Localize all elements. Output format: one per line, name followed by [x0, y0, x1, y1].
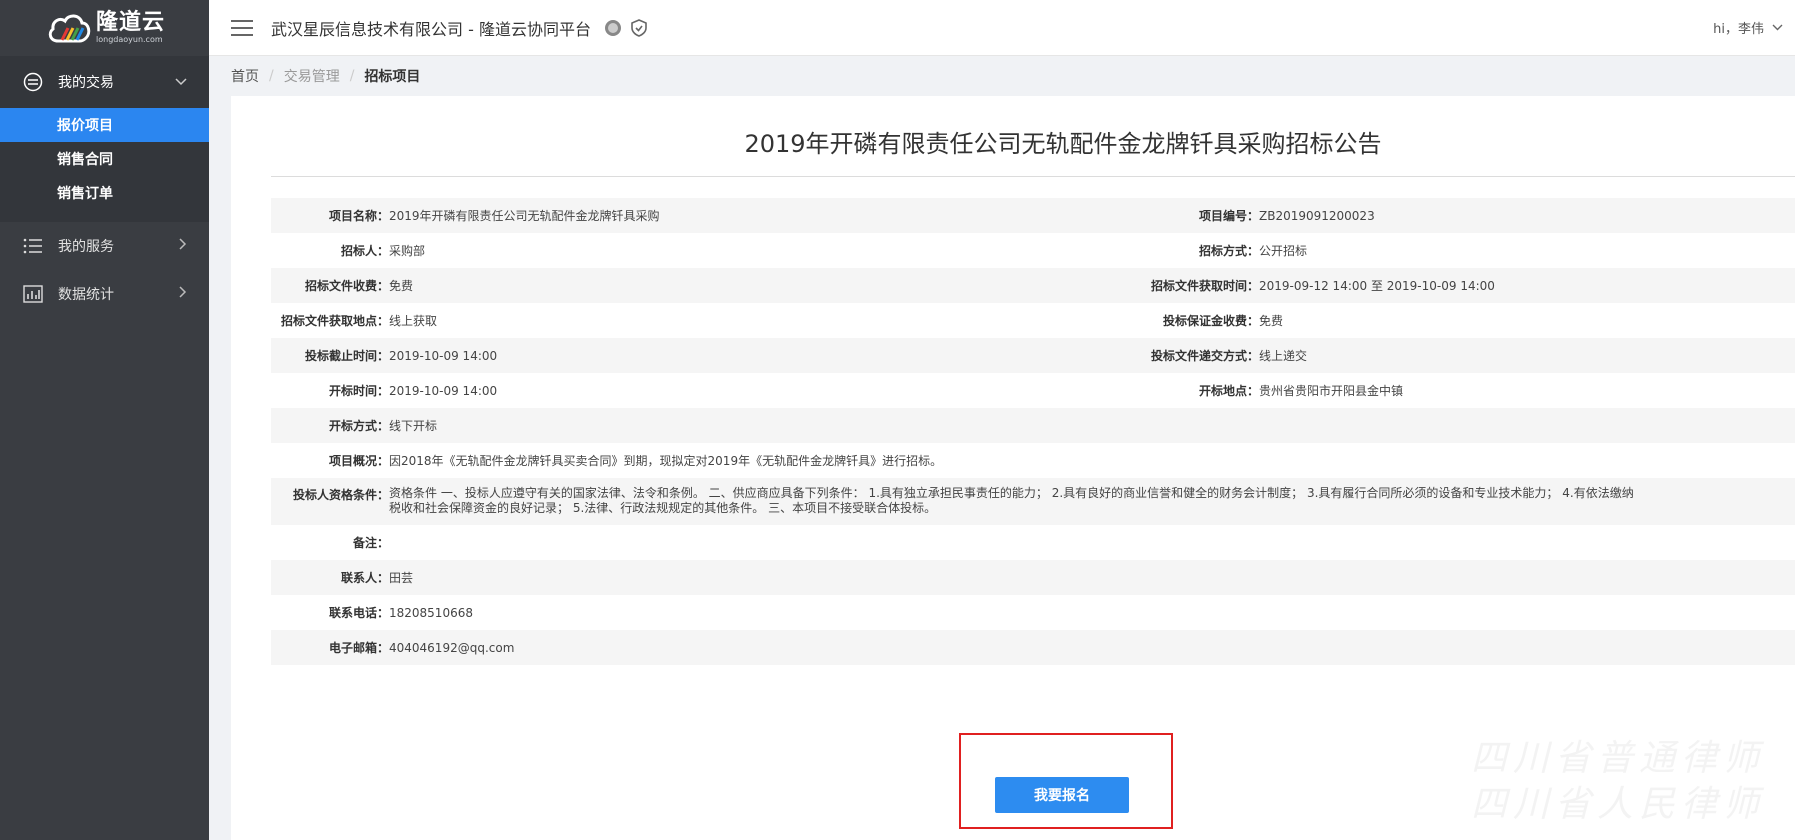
breadcrumb-trade-management[interactable]: 交易管理: [284, 66, 340, 86]
nav-header-my-trade[interactable]: 我的交易: [0, 56, 209, 108]
tenderer: 采购部: [389, 244, 426, 258]
watermark: 四川省普通律师 四川省人民律师: [1470, 738, 1765, 825]
title-divider: [271, 176, 1795, 177]
chevron-right-icon: [179, 238, 187, 254]
chevron-down-icon: [1772, 20, 1783, 35]
detail-row: 投标截止时间： 2019-10-09 14:00 投标文件递交方式： 线上递交: [271, 338, 1795, 373]
tender-method: 公开招标: [1259, 244, 1308, 258]
chevron-down-icon: [175, 76, 187, 88]
hamburger-menu-icon[interactable]: [231, 19, 253, 36]
sidebar-item-sales-order[interactable]: 销售订单: [0, 176, 209, 210]
chevron-right-icon: [179, 286, 187, 302]
apply-button[interactable]: 我要报名: [995, 777, 1129, 813]
notice-panel: 2019年开磷有限责任公司无轨配件金龙牌钎具采购招标公告 项目名称： 2019年开…: [231, 96, 1795, 840]
project-name: 2019年开磷有限责任公司无轨配件金龙牌钎具采购: [389, 209, 660, 223]
contact-phone: 18208510668: [389, 605, 473, 620]
detail-row: 电子邮箱： 404046192@qq.com: [271, 630, 1795, 665]
deposit: 免费: [1259, 314, 1284, 328]
project-number: ZB2019091200023: [1259, 208, 1375, 223]
sidebar-item-sales-contract[interactable]: 销售合同: [0, 142, 209, 176]
company-title: 武汉星辰信息技术有限公司 - 隆道云协同平台: [271, 19, 591, 39]
breadcrumb: 首页 / 交易管理 / 招标项目: [231, 66, 421, 86]
brand-domain: longdaoyun.com: [96, 35, 163, 44]
open-method: 线下开标: [389, 419, 438, 433]
list-icon: [22, 235, 44, 257]
breadcrumb-current: 招标项目: [364, 69, 421, 85]
detail-row: 开标方式： 线下开标: [271, 408, 1795, 443]
doc-time: 2019-09-12 14:00 至 2019-10-09 14:00: [1259, 279, 1495, 293]
detail-row: 联系电话： 18208510668: [328, 605, 473, 621]
qualification: 资格条件 一、投标人应遵守有关的国家法律、法令和条例。 二、供应商应具备下列条件…: [389, 486, 1634, 515]
shield-check-icon: [629, 18, 649, 38]
sidebar-item-quote-project[interactable]: 报价项目: [0, 108, 209, 142]
detail-row: 投标人资格条件： 资格条件 一、投标人应遵守有关的国家法律、法令和条例。 二、供应…: [271, 478, 1795, 525]
certified-badge-icon: [603, 18, 623, 38]
detail-row: 招标文件获取地点： 线上获取 投标保证金收费： 免费: [280, 314, 1284, 328]
detail-row: 项目名称： 2019年开磷有限责任公司无轨配件金龙牌钎具采购 项目编号： ZB201…: [271, 198, 1795, 233]
nav-group-trade: 我的交易 报价项目 销售合同 销售订单: [0, 56, 209, 222]
bid-deadline: 2019-10-09 14:00: [389, 348, 498, 363]
doc-place: 线上获取: [389, 314, 438, 328]
detail-row: 联系人： 田芸: [271, 560, 1795, 595]
doc-fee: 免费: [389, 279, 414, 293]
contact-email: 404046192@qq.com: [389, 640, 515, 655]
open-time: 2019-10-09 14:00: [389, 383, 498, 398]
open-place: 贵州省贵阳市开阳县金中镇: [1259, 384, 1404, 398]
top-header: 武汉星辰信息技术有限公司 - 隆道云协同平台 hi，李伟: [209, 0, 1795, 56]
sidebar-item-label: 我的服务: [58, 239, 114, 255]
exchange-icon: [22, 71, 44, 93]
detail-row: 备注：: [352, 536, 389, 550]
project-overview: 因2018年《无轨配件金龙牌钎具买卖合同》到期，现拟定对2019年《无轨配件金龙…: [389, 454, 943, 468]
detail-row: 开标时间： 2019-10-09 14:00 开标地点： 贵州省贵阳市开阳县金中镇: [328, 383, 1404, 399]
nav-header-label: 我的交易: [58, 75, 114, 91]
brand-name: 隆道云: [96, 10, 166, 35]
page-title: 2019年开磷有限责任公司无轨配件金龙牌钎具采购招标公告: [744, 130, 1382, 158]
detail-row: 招标文件收费： 免费 招标文件获取时间： 2019-09-12 14:00 至 20…: [271, 268, 1795, 303]
cloud-logo-icon: [46, 11, 92, 45]
user-menu[interactable]: hi，李伟: [1713, 18, 1783, 37]
sidebar: 隆道云 longdaoyun.com 我的交易 报价项目 销售合同 销售订单 我…: [0, 0, 209, 840]
submit-method: 线上递交: [1259, 349, 1308, 363]
detail-row: 项目概况： 因2018年《无轨配件金龙牌钎具买卖合同》到期，现拟定对2019年《无…: [328, 454, 943, 468]
notice-details: 项目名称： 2019年开磷有限责任公司无轨配件金龙牌钎具采购 项目编号： ZB201…: [271, 198, 1795, 665]
chart-icon: [22, 283, 44, 305]
detail-row: 招标人： 采购部 招标方式： 公开招标: [340, 244, 1308, 258]
user-greeting: hi，李伟: [1713, 22, 1764, 37]
sidebar-item-label: 数据统计: [58, 287, 114, 303]
contact-person: 田芸: [389, 571, 414, 585]
breadcrumb-home[interactable]: 首页: [231, 66, 259, 86]
logo[interactable]: 隆道云 longdaoyun.com: [0, 0, 209, 56]
sidebar-item-my-service[interactable]: 我的服务: [0, 222, 209, 270]
sidebar-item-data-stats[interactable]: 数据统计: [0, 270, 209, 318]
